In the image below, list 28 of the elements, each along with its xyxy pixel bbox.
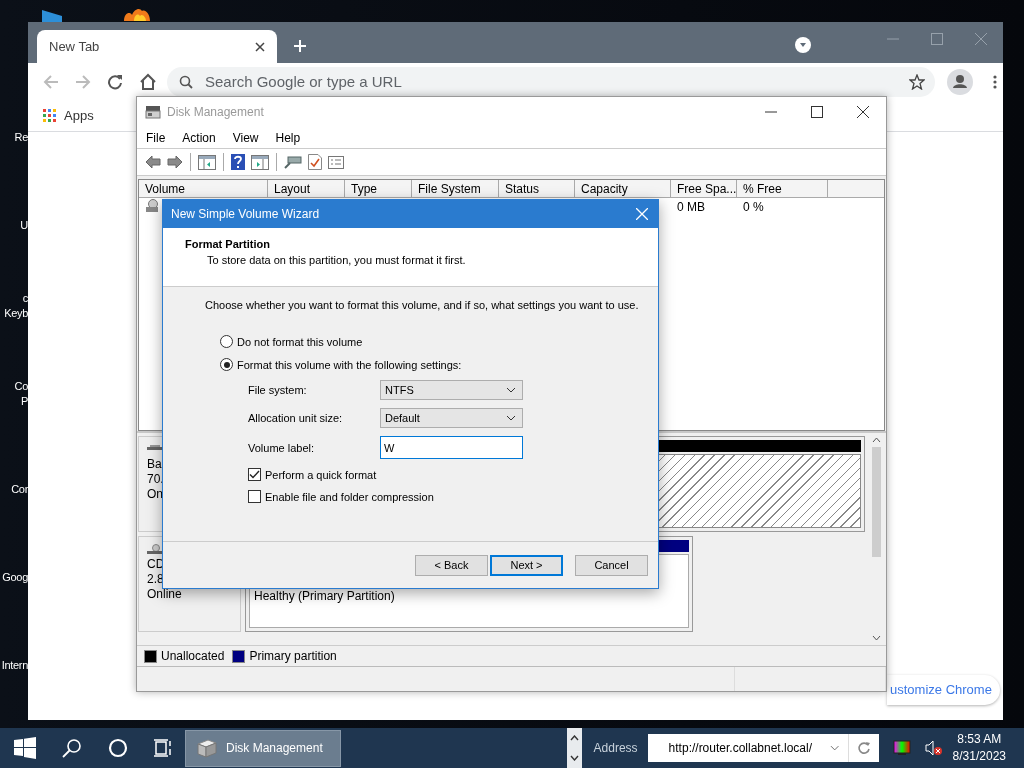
- table-cell: 0 %: [743, 200, 764, 214]
- header-title: Format Partition: [185, 238, 271, 250]
- desktop-icon-label: Goog: [1, 570, 28, 585]
- disk-info: Online: [147, 587, 183, 602]
- disk-info: Ba: [147, 457, 163, 472]
- desktop-icon-label: c: [21, 291, 28, 306]
- disk-info: On: [147, 487, 164, 502]
- desktop-icon-label: Cor: [10, 482, 28, 497]
- disk-info: 70.: [147, 472, 165, 487]
- desktop-icon-label: P: [19, 394, 28, 409]
- desktop-icon-label: Keyb: [3, 306, 28, 321]
- window-title: Disk Management: [167, 105, 264, 119]
- legend-label: Primary partition: [249, 649, 337, 663]
- desktop-icon-label: U: [19, 218, 28, 233]
- field-label: Allocation unit size:: [248, 412, 344, 424]
- desktop-icon-label: Intern: [0, 658, 28, 673]
- instruction-text: Choose whether you want to format this volume, and if so, what settings you want to use.: [205, 299, 640, 311]
- legend-label: Unallocated: [161, 649, 225, 663]
- partition-status: Healthy (Primary Partition): [254, 589, 395, 603]
- address-label: Address: [593, 741, 638, 755]
- table-cell: 0 MB: [677, 200, 705, 214]
- field-label: File system:: [248, 384, 308, 396]
- desktop-icon-label: Re: [13, 130, 28, 145]
- header-subtitle: To store data on this partition, you must format it first.: [207, 254, 467, 266]
- field-label: Volume label:: [248, 441, 316, 454]
- desktop-icon-label: Co: [13, 379, 28, 394]
- dialog-title: New Simple Volume Wizard: [171, 207, 320, 221]
- tab-title: New Tab: [49, 39, 101, 54]
